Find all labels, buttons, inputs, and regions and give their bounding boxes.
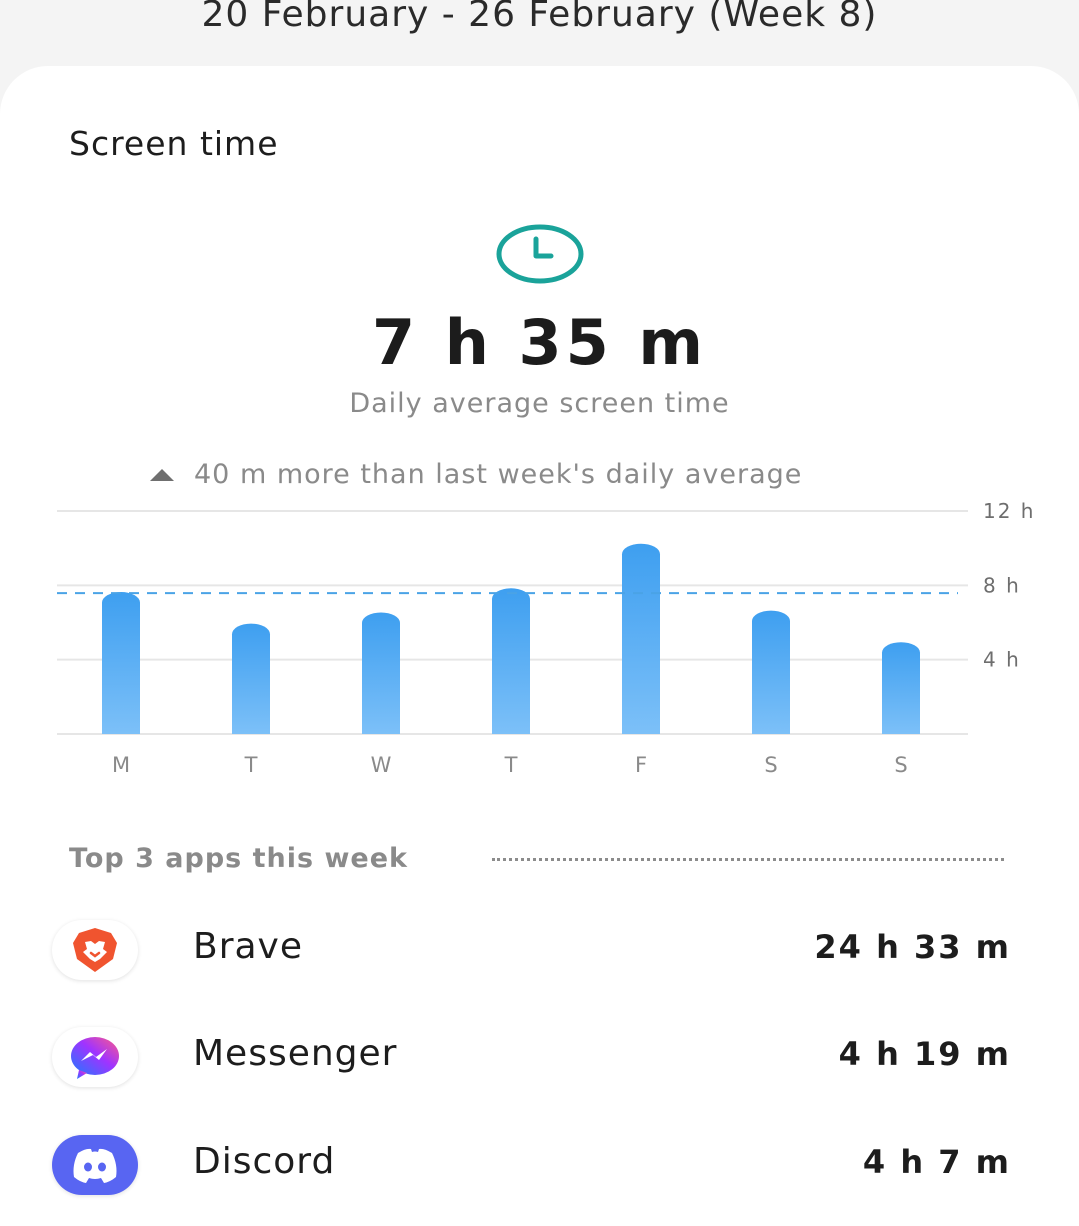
week-range-header[interactable]: 20 February - 26 February (Week 8) xyxy=(0,0,1079,35)
bar-4[interactable] xyxy=(622,543,660,734)
y-tick-label: 8 h xyxy=(983,573,1021,597)
x-tick-label: W xyxy=(371,753,392,777)
x-tick-label: S xyxy=(764,753,777,777)
dotted-divider xyxy=(492,858,1004,861)
app-time: 4 h 7 m xyxy=(862,1143,1011,1181)
y-tick-label: 12 h xyxy=(983,499,1035,523)
bar-3[interactable] xyxy=(492,588,530,734)
weekly-comparison: 40 m more than last week's daily average xyxy=(150,459,950,490)
x-tick-label: T xyxy=(244,753,258,777)
app-row-discord[interactable]: Discord 4 h 7 m xyxy=(0,1135,1079,1215)
bar-0[interactable] xyxy=(102,592,140,734)
app-name: Brave xyxy=(193,926,304,967)
app-time: 4 h 19 m xyxy=(838,1035,1011,1073)
x-tick-label: M xyxy=(112,753,130,777)
app-row-messenger[interactable]: Messenger 4 h 19 m xyxy=(0,1027,1079,1107)
y-tick-label: 4 h xyxy=(983,648,1021,672)
x-tick-label: F xyxy=(635,753,647,777)
daily-average-label: Daily average screen time xyxy=(349,388,730,419)
top-apps-title: Top 3 apps this week xyxy=(69,843,409,874)
brave-lion-icon xyxy=(52,920,138,980)
bar-5[interactable] xyxy=(752,610,790,734)
bar-1[interactable] xyxy=(232,623,270,734)
daily-usage-bar-chart: 4 h 8 h 12 h M T W T F S S xyxy=(57,499,1035,777)
messenger-icon xyxy=(52,1027,138,1087)
discord-icon xyxy=(52,1135,138,1195)
comparison-text: 40 m more than last week's daily average xyxy=(194,459,803,490)
clock-icon xyxy=(496,224,584,284)
x-tick-label: T xyxy=(504,753,518,777)
x-tick-label: S xyxy=(894,753,907,777)
app-time: 24 h 33 m xyxy=(814,928,1011,966)
app-name: Discord xyxy=(193,1141,336,1182)
card-title: Screen time xyxy=(69,124,279,163)
daily-average-value: 7 h 35 m xyxy=(372,306,707,379)
app-name: Messenger xyxy=(193,1033,398,1074)
app-row-brave[interactable]: Brave 24 h 33 m xyxy=(0,920,1079,1000)
bar-2[interactable] xyxy=(362,612,400,734)
triangle-up-icon xyxy=(150,468,174,481)
bar-6[interactable] xyxy=(882,642,920,734)
